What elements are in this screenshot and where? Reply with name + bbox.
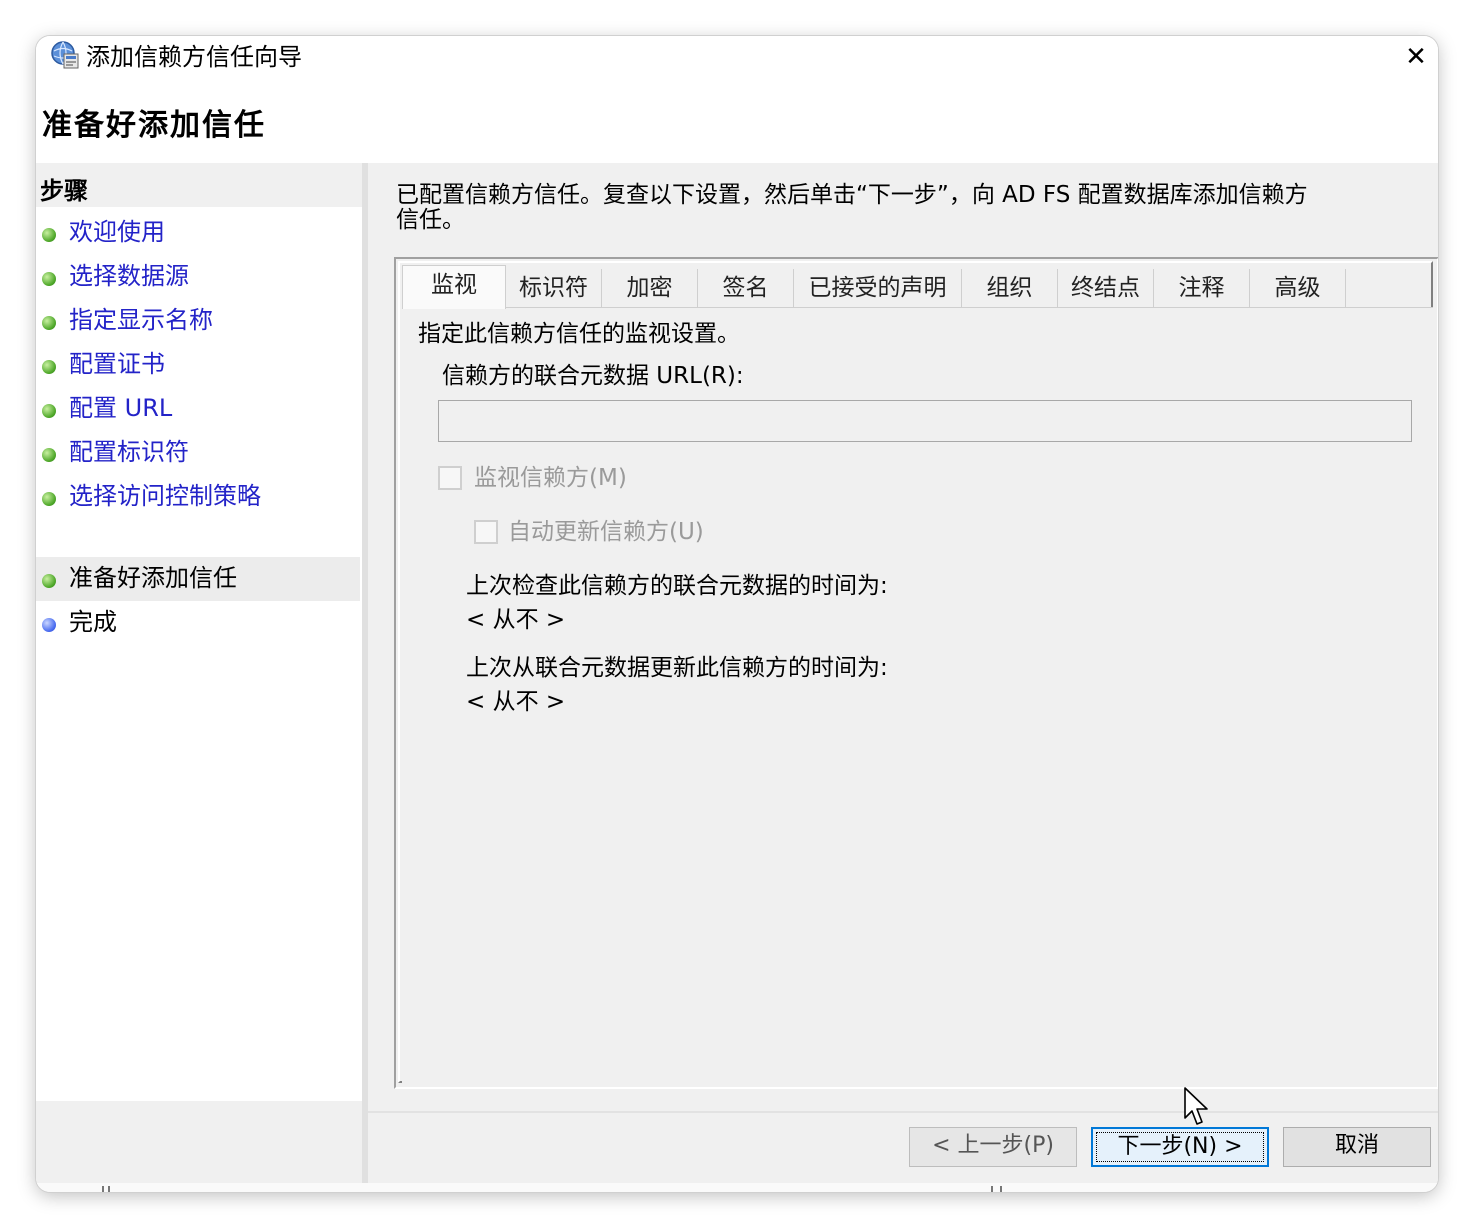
steps-sidebar: 步骤 欢迎使用 选择数据源 指定显示名称 配置证书 配置 URL 配置标识符 选… — [36, 163, 362, 1192]
bottom-mark — [108, 1186, 110, 1192]
green-dot-icon — [42, 272, 56, 286]
sidebar-item-label[interactable]: 选择访问控制策略 — [69, 479, 261, 513]
sidebar-item-configure-identifiers[interactable]: 配置标识符 — [36, 431, 360, 475]
metadata-url-label: 信赖方的联合元数据 URL(R): — [442, 363, 744, 389]
last-updated-label: 上次从联合元数据更新此信赖方的时间为: — [466, 655, 888, 681]
cancel-button[interactable]: 取消 — [1283, 1127, 1431, 1167]
auto-update-checkbox-label: 自动更新信赖方(U) — [508, 519, 704, 545]
monitor-checkbox-label: 监视信赖方(M) — [474, 465, 627, 491]
mouse-pointer-icon — [1184, 1087, 1208, 1125]
main-content: 已配置信赖方信任。复查以下设置，然后单击“下一步”，向 AD FS 配置数据库添… — [368, 163, 1438, 1111]
button-bar: < 上一步(P) 下一步(N) > 取消 — [368, 1113, 1438, 1192]
green-dot-icon — [42, 404, 56, 418]
monitoring-panel: 指定此信赖方信任的监视设置。 信赖方的联合元数据 URL(R): 监视信赖方(M… — [402, 307, 1433, 1083]
sidebar-item-configure-url[interactable]: 配置 URL — [36, 387, 360, 431]
tab-identifiers[interactable]: 标识符 — [506, 269, 602, 307]
instruction-text: 已配置信赖方信任。复查以下设置，然后单击“下一步”，向 AD FS 配置数据库添… — [396, 182, 1308, 233]
monitoring-description: 指定此信赖方信任的监视设置。 — [418, 321, 740, 347]
page-title: 准备好添加信任 — [42, 108, 266, 143]
tab-accepted-claims[interactable]: 已接受的声明 — [794, 269, 962, 307]
sidebar-item-label[interactable]: 配置证书 — [69, 347, 165, 381]
green-dot-icon — [42, 492, 56, 506]
sidebar-item-configure-certificate[interactable]: 配置证书 — [36, 343, 360, 387]
auto-update-checkbox[interactable] — [474, 520, 498, 544]
page-header: 准备好添加信任 — [36, 78, 1438, 200]
tab-monitoring[interactable]: 监视 — [402, 265, 506, 309]
monitor-checkbox[interactable] — [438, 466, 462, 490]
tab-encryption[interactable]: 加密 — [602, 269, 698, 307]
sidebar-item-label: 准备好添加信任 — [69, 564, 237, 592]
tab-signature[interactable]: 签名 — [698, 269, 794, 307]
last-checked-label: 上次检查此信赖方的联合元数据的时间为: — [466, 573, 888, 599]
sidebar-item-label[interactable]: 配置 URL — [69, 391, 172, 425]
window-title: 添加信赖方信任向导 — [86, 43, 302, 71]
wizard-window: 添加信赖方信任向导 ✕ 准备好添加信任 步骤 欢迎使用 选择数据源 指定显示名称… — [36, 36, 1438, 1192]
green-dot-icon — [42, 574, 56, 588]
steps-header: 步骤 — [36, 163, 362, 207]
sidebar-item-label[interactable]: 配置标识符 — [69, 435, 189, 469]
tab-notes[interactable]: 注释 — [1154, 269, 1250, 307]
sidebar-item-label[interactable]: 选择数据源 — [69, 259, 189, 293]
sidebar-item-select-data-source[interactable]: 选择数据源 — [36, 255, 360, 299]
sidebar-item-welcome[interactable]: 欢迎使用 — [36, 211, 360, 255]
bottom-mark — [1000, 1186, 1002, 1192]
bottom-mark — [991, 1186, 993, 1192]
title-bar: 添加信赖方信任向导 ✕ — [36, 36, 1438, 78]
green-dot-icon — [42, 360, 56, 374]
blue-dot-icon — [42, 618, 56, 632]
sidebar-item-access-control-policy[interactable]: 选择访问控制策略 — [36, 475, 360, 519]
focus-rectangle — [1096, 1132, 1264, 1162]
tab-advanced[interactable]: 高级 — [1250, 269, 1346, 307]
last-updated-value: < 从不 > — [466, 689, 566, 715]
bottom-mark — [102, 1186, 104, 1192]
tab-organization[interactable]: 组织 — [962, 269, 1058, 307]
sidebar-item-finish: 完成 — [36, 601, 360, 645]
green-dot-icon — [42, 448, 56, 462]
next-button[interactable]: 下一步(N) > — [1091, 1127, 1269, 1167]
sidebar-footer — [36, 1101, 362, 1192]
metadata-url-input[interactable] — [438, 400, 1412, 442]
tab-strip: 监视 标识符 加密 签名 已接受的声明 组织 终结点 注释 高级 — [402, 265, 1435, 309]
tab-endpoints[interactable]: 终结点 — [1058, 269, 1154, 307]
last-checked-value: < 从不 > — [466, 607, 566, 633]
sidebar-item-ready-to-add: 准备好添加信任 — [36, 557, 360, 601]
tab-control: 监视 标识符 加密 签名 已接受的声明 组织 终结点 注释 高级 指定此信赖方信… — [394, 257, 1438, 1089]
sidebar-item-label: 完成 — [69, 608, 117, 636]
tab-control-inner: 监视 标识符 加密 签名 已接受的声明 组织 终结点 注释 高级 指定此信赖方信… — [398, 261, 1433, 1083]
sidebar-item-display-name[interactable]: 指定显示名称 — [36, 299, 360, 343]
sidebar-item-label[interactable]: 欢迎使用 — [69, 215, 165, 249]
green-dot-icon — [42, 316, 56, 330]
window-bottom-strip — [36, 1183, 1438, 1192]
prev-button[interactable]: < 上一步(P) — [909, 1127, 1077, 1167]
green-dot-icon — [42, 228, 56, 242]
sidebar-item-label[interactable]: 指定显示名称 — [69, 303, 213, 337]
steps-title: 步骤 — [40, 177, 88, 205]
close-icon[interactable]: ✕ — [1394, 36, 1438, 78]
trust-wizard-icon — [51, 41, 79, 69]
